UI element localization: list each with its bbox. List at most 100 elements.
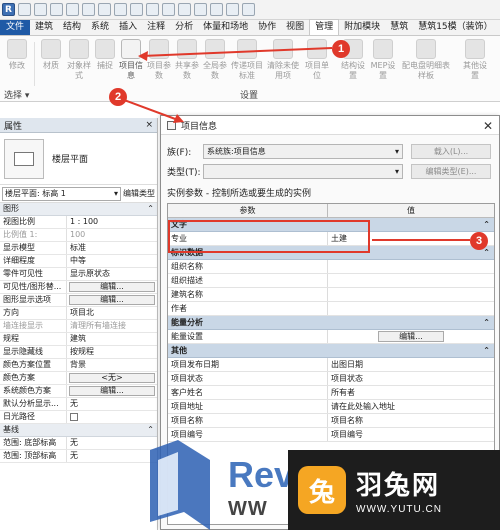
type-dropdown[interactable]: [203, 164, 403, 179]
properties-close-icon[interactable]: ×: [145, 120, 153, 130]
edit-type-button[interactable]: 编辑类型: [123, 188, 155, 199]
property-value[interactable]: 背景: [67, 359, 157, 371]
view-selector-dropdown[interactable]: 楼层平面: 标高 1: [2, 186, 121, 201]
property-row: 默认分析显示... 无: [0, 398, 157, 411]
sync-icon[interactable]: [50, 3, 63, 16]
tab-2[interactable]: 结构: [58, 20, 86, 35]
title-bar: R: [0, 0, 500, 20]
tab-1[interactable]: 建筑: [30, 20, 58, 35]
property-value[interactable]: 按规程: [67, 346, 157, 358]
app-logo-icon[interactable]: R: [2, 3, 15, 16]
energy-settings-edit-button[interactable]: 编辑...: [378, 331, 444, 342]
property-edit-button[interactable]: 编辑...: [69, 386, 155, 396]
ribbon-button-panel-schedule-templates[interactable]: 配电盘明细表样板: [400, 39, 452, 85]
collapse-icon[interactable]: ⌃: [483, 218, 490, 231]
type-row: 类型(T):: [167, 164, 403, 179]
property-value[interactable]: 建筑: [67, 333, 157, 345]
tab-0[interactable]: 文件: [0, 20, 31, 35]
measure-icon[interactable]: [114, 3, 127, 16]
property-value[interactable]: 显示原状态: [67, 268, 157, 280]
undo-icon[interactable]: [66, 3, 79, 16]
tab-8[interactable]: 协作: [253, 20, 281, 35]
parameter-value[interactable]: 项目名称: [328, 414, 494, 427]
redo-icon[interactable]: [82, 3, 95, 16]
collapse-icon[interactable]: ⌃: [483, 344, 490, 357]
parameter-value[interactable]: 出图日期: [328, 358, 494, 371]
property-value[interactable]: 无: [67, 398, 157, 410]
tab-3[interactable]: 系统: [86, 20, 114, 35]
family-dropdown[interactable]: 系统族:项目信息: [203, 144, 403, 159]
close-windows-icon[interactable]: [210, 3, 223, 16]
ribbon-button-shared-parameters[interactable]: 共享参数: [172, 39, 202, 85]
ribbon-button-transfer-standards[interactable]: 传递项目标准: [230, 39, 264, 85]
section-icon[interactable]: [178, 3, 191, 16]
property-row: 系统颜色方案 编辑...: [0, 385, 157, 398]
tab-4[interactable]: 插入: [114, 20, 142, 35]
tab-12[interactable]: 慧筑: [385, 20, 413, 35]
annotate-icon[interactable]: [130, 3, 143, 16]
tab-9[interactable]: 视图: [281, 20, 309, 35]
property-edit-button[interactable]: 编辑...: [69, 282, 155, 292]
parameter-value[interactable]: 请在此处输入地址: [328, 400, 494, 413]
property-edit-button[interactable]: <无>: [69, 373, 155, 383]
collapse-icon[interactable]: ⌃: [483, 316, 490, 329]
ribbon-button-global-parameters[interactable]: 全局参数: [200, 39, 230, 85]
parameter-value[interactable]: 项目编号: [328, 428, 494, 441]
ribbon-button-purge-unused[interactable]: 清除未使用项: [266, 39, 300, 85]
ribbon-button-modify[interactable]: 修改: [2, 39, 32, 85]
property-value[interactable]: 标准: [67, 242, 157, 254]
property-value[interactable]: 中等: [67, 255, 157, 267]
tab-6[interactable]: 分析: [170, 20, 198, 35]
parameter-value[interactable]: [328, 288, 494, 301]
close-icon[interactable]: ✕: [483, 119, 493, 133]
3d-view-icon[interactable]: [162, 3, 175, 16]
ribbon-button-project-information[interactable]: 项目信息: [116, 39, 146, 85]
collapse-icon[interactable]: ⌃: [147, 203, 154, 215]
save-icon[interactable]: [34, 3, 47, 16]
text-icon[interactable]: [146, 3, 159, 16]
ribbon-button-project-parameters[interactable]: 项目参数: [144, 39, 174, 85]
parameter-value[interactable]: [328, 302, 494, 315]
load-button[interactable]: 载入(L)...: [411, 144, 491, 159]
tab-10[interactable]: 管理: [309, 19, 340, 35]
customize-icon[interactable]: [242, 3, 255, 16]
properties-palette: 属性 × 楼层平面 楼层平面: 标高 1 编辑类型 图形⌃视图比例1 : 100…: [0, 118, 158, 530]
property-name: 图形显示选项: [0, 294, 67, 306]
parameter-group-header[interactable]: 其他 ⌃: [168, 344, 494, 358]
parameter-value[interactable]: [328, 274, 494, 287]
parameter-value[interactable]: [328, 260, 494, 273]
property-group-header[interactable]: 图形 ⌃: [0, 203, 157, 216]
parameter-group-header[interactable]: 能量分析 ⌃: [168, 316, 494, 330]
select-dropdown[interactable]: 选择 ▾: [4, 88, 29, 101]
property-edit-button[interactable]: 编辑...: [69, 295, 155, 305]
parameter-value[interactable]: 所有者: [328, 386, 494, 399]
print-icon[interactable]: [98, 3, 111, 16]
parameter-row: 建筑名称: [168, 288, 494, 302]
property-group-header[interactable]: 基线 ⌃: [0, 424, 157, 437]
property-value[interactable]: 无: [67, 437, 157, 449]
ribbon-button-project-units[interactable]: 项目单位: [302, 39, 332, 85]
ribbon-button-mep-settings[interactable]: MEP设置: [368, 39, 398, 85]
property-value[interactable]: 项目北: [67, 307, 157, 319]
edit-type-button[interactable]: 编辑类型(E)...: [411, 164, 491, 179]
switch-windows-icon[interactable]: [226, 3, 239, 16]
transfer-standards-icon: [237, 39, 257, 59]
property-row: 范围: 底部标高无: [0, 437, 157, 450]
open-icon[interactable]: [18, 3, 31, 16]
tab-11[interactable]: 附加模块: [339, 20, 385, 35]
property-value[interactable]: 1 : 100: [67, 216, 157, 228]
ribbon-button-materials[interactable]: 材质: [36, 39, 66, 85]
parameter-name: 项目名称: [168, 414, 328, 427]
tab-5[interactable]: 注释: [142, 20, 170, 35]
property-value[interactable]: 无: [67, 450, 157, 462]
type-selector[interactable]: 楼层平面: [0, 133, 157, 185]
tab-13[interactable]: 慧筑15模（装饰）: [413, 20, 497, 35]
sun-path-checkbox[interactable]: [70, 412, 78, 421]
tab-7[interactable]: 体量和场地: [198, 20, 253, 35]
property-value: <无>: [67, 372, 157, 384]
collapse-icon[interactable]: ⌃: [147, 424, 154, 436]
thin-lines-icon[interactable]: [194, 3, 207, 16]
property-group-label: 图形: [3, 204, 19, 213]
parameter-value[interactable]: 项目状态: [328, 372, 494, 385]
ribbon-button-additional-settings[interactable]: 其他设置: [460, 39, 490, 85]
